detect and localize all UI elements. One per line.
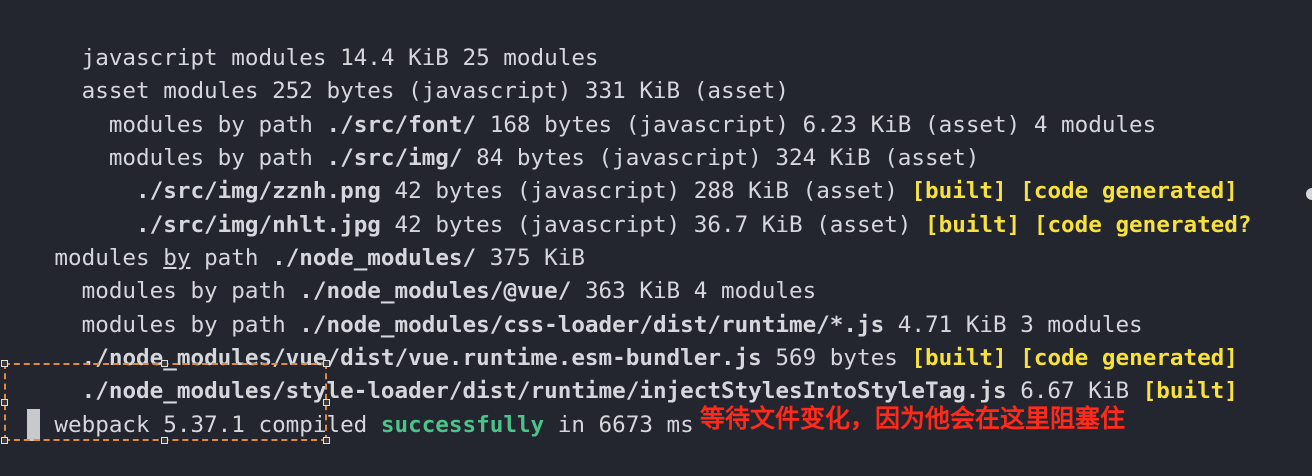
- resize-handle-right[interactable]: [323, 399, 330, 406]
- output-line: modules by path ./node_modules/css-loade…: [0, 276, 1143, 338]
- resize-handle-bottom-left[interactable]: [1, 437, 8, 444]
- line-text: [1020, 212, 1034, 238]
- output-line: ./src/img/zznh.png 42 bytes (javascript)…: [0, 142, 1238, 204]
- output-line: modules by path ./node_modules/@vue/ 363…: [0, 242, 817, 304]
- selection-box[interactable]: [1, 360, 330, 444]
- output-line: modules by path ./node_modules/ 375 KiB: [0, 209, 585, 271]
- output-line: javascript modules 14.4 KiB 25 modules: [0, 9, 599, 71]
- annotation-text: 等待文件变化，因为他会在这里阻塞住: [700, 404, 1126, 433]
- terminal-window[interactable]: javascript modules 14.4 KiB 25 modules a…: [0, 0, 1312, 448]
- built-tag: [built]: [1142, 378, 1238, 405]
- resize-handle-top[interactable]: [161, 360, 168, 367]
- output-line: modules by path ./src/img/ 84 bytes (jav…: [0, 109, 980, 171]
- resize-handle-bottom-right[interactable]: [323, 437, 330, 444]
- output-line: asset modules 252 bytes (javascript) 331…: [0, 42, 789, 104]
- resize-handle-top-left[interactable]: [1, 360, 8, 367]
- output-line: modules by path ./src/font/ 168 bytes (j…: [0, 76, 1156, 138]
- built-tag: [built]: [925, 212, 1021, 239]
- code-generated-tag: [code generated?: [1033, 212, 1252, 239]
- scroll-edge-indicator: [1306, 188, 1312, 200]
- resize-handle-left[interactable]: [1, 399, 8, 406]
- resize-handle-top-right[interactable]: [323, 360, 330, 367]
- line-text: in 6673 ms: [544, 412, 694, 439]
- output-line: ./src/img/nhlt.jpg 42 bytes (javascript)…: [0, 176, 1251, 238]
- resize-handle-bottom[interactable]: [161, 437, 168, 444]
- success-word: successfully: [380, 412, 545, 439]
- output-line: ./node_modules/vue/dist/vue.runtime.esm-…: [0, 309, 1238, 371]
